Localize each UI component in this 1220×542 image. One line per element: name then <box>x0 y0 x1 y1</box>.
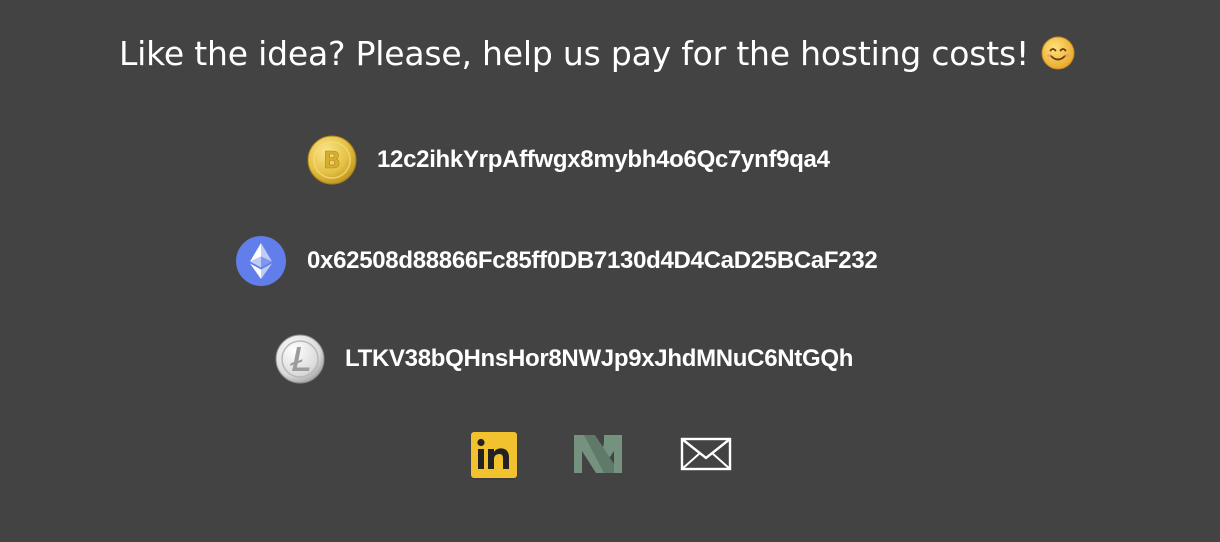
wallet-row-ethereum: 0x62508d88866Fc85ff0DB7130d4D4CaD25BCaF2… <box>236 236 878 286</box>
bitcoin-icon: B <box>307 135 357 185</box>
donation-headline: Like the idea? Please, help us pay for t… <box>119 30 1075 76</box>
email-link[interactable] <box>676 429 736 481</box>
litecoin-address[interactable]: LTKV38bQHnsHor8NWJp9xJhdMNuC6NtGQh <box>345 345 853 373</box>
mail-icon <box>680 437 732 471</box>
wallet-row-bitcoin: B 12c2ihkYrpAffwgx8mybh4o6Qc7ynf9qa4 <box>307 135 830 185</box>
bitcoin-address[interactable]: 12c2ihkYrpAffwgx8mybh4o6Qc7ynf9qa4 <box>377 146 830 174</box>
smiling-face-icon <box>1041 36 1075 70</box>
litecoin-icon <box>275 334 325 384</box>
svg-text:B: B <box>323 148 341 174</box>
wallet-row-litecoin: LTKV38bQHnsHor8NWJp9xJhdMNuC6NtGQh <box>275 334 853 384</box>
medium-link[interactable] <box>568 429 628 481</box>
donation-page: Like the idea? Please, help us pay for t… <box>0 0 1220 542</box>
medium-icon <box>574 435 622 473</box>
social-links <box>464 429 736 481</box>
ethereum-address[interactable]: 0x62508d88866Fc85ff0DB7130d4D4CaD25BCaF2… <box>307 247 878 275</box>
headline-text: Like the idea? Please, help us pay for t… <box>119 33 1030 73</box>
linkedin-icon <box>470 432 518 480</box>
ethereum-icon <box>236 236 286 286</box>
linkedin-link[interactable] <box>464 429 524 481</box>
